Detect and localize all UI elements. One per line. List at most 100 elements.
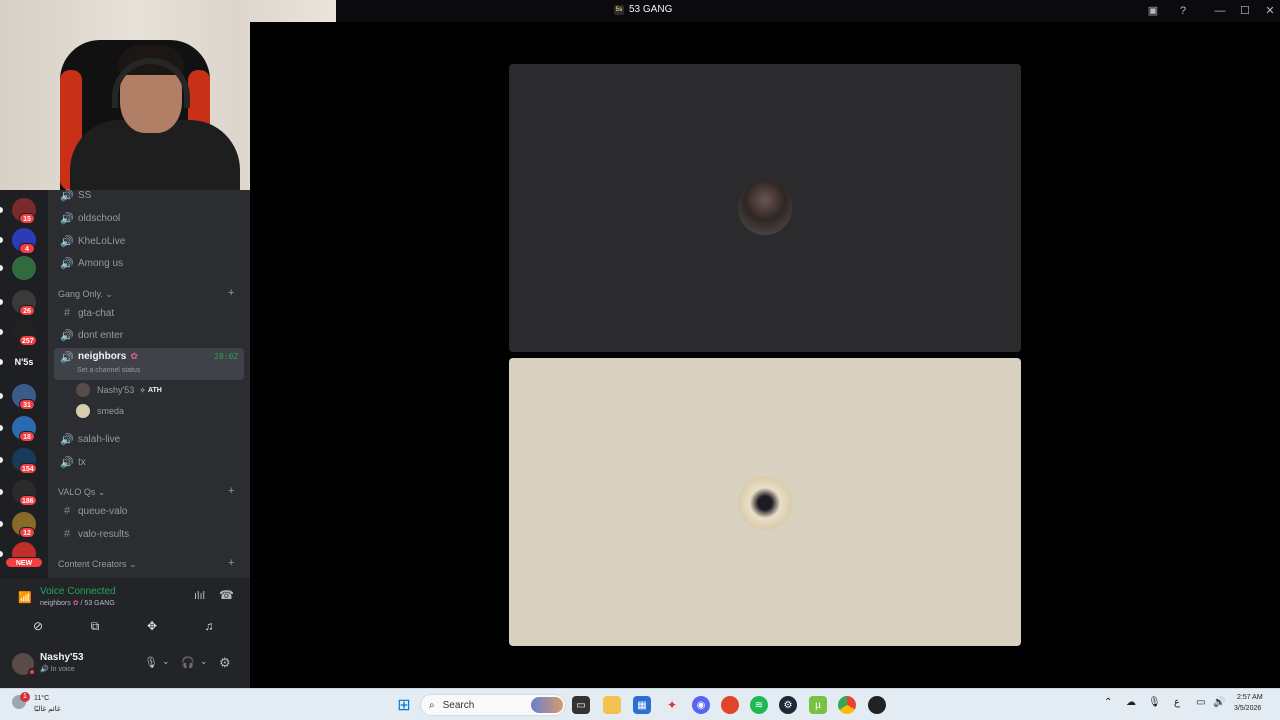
headphones-icon[interactable]: 🎧 [181, 656, 195, 669]
speaker-icon: 🔊 [60, 235, 74, 248]
channel-queue-valo[interactable]: # queue-valo [54, 501, 244, 521]
channel-ss[interactable]: 🔊 SS [54, 185, 244, 205]
microphone-icon[interactable]: 🎙 [1148, 697, 1161, 708]
store-icon[interactable]: ▦ [633, 696, 651, 714]
language-indicator[interactable]: ع [1174, 697, 1180, 708]
channel-name: KheLoLive [78, 235, 126, 247]
add-channel-icon[interactable]: + [228, 485, 234, 497]
clock-time[interactable]: 2:57 AM [1237, 694, 1263, 701]
speaker-icon: 🔊 [60, 257, 74, 270]
category-content-creators[interactable]: Content Creators ⌄ [58, 559, 137, 570]
category-gang-only[interactable]: Gang Only. ⌄ [58, 289, 113, 300]
channel-name: tx [78, 456, 86, 468]
voice-member[interactable]: smeda [76, 404, 124, 418]
discord-icon[interactable]: ◉ [692, 696, 710, 714]
channel-name: valo-results [78, 528, 130, 540]
help-icon[interactable]: ? [1176, 4, 1190, 18]
channel-among-us[interactable]: 🔊 Among us [54, 253, 244, 273]
voice-status[interactable]: Voice Connected [40, 586, 116, 597]
chevron-down-icon[interactable]: ⌄ [162, 656, 170, 667]
unread-pill [0, 207, 3, 213]
steam-icon[interactable]: ⚙ [779, 696, 797, 714]
add-channel-icon[interactable]: + [228, 557, 234, 569]
channel-timer: 20:02 [214, 352, 239, 361]
channel-list: 🔊 SS 🔊 oldschool 🔊 KheLoLive 🔊 Among us Gang On… [48, 190, 250, 578]
soundboard-button[interactable]: ♫ [184, 615, 234, 637]
unread-pill [0, 393, 3, 399]
server-icon[interactable]: N'5s [12, 350, 36, 374]
channel-name: neighbors [78, 351, 127, 362]
channel-name: oldschool [78, 212, 121, 224]
voice-member[interactable]: Nashy'53 ✧ ATH [76, 383, 162, 397]
add-channel-icon[interactable]: + [228, 287, 234, 299]
server-icon[interactable] [12, 256, 36, 280]
task-view-icon[interactable]: ▭ [572, 696, 590, 714]
user-status: 🔊 In voice [40, 666, 75, 673]
channel-salah-live[interactable]: 🔊 salah-live [54, 429, 244, 449]
mention-badge: 257 [19, 335, 37, 346]
chrome-icon[interactable] [838, 696, 856, 714]
channel-dont-enter[interactable]: 🔊 dont enter [54, 325, 244, 345]
channel-neighbors[interactable]: 🔊 neighbors ✿ 20:02 Set a channel status [54, 348, 244, 380]
channel-name: gta-chat [78, 307, 115, 319]
activities-button[interactable]: ✥ [127, 615, 177, 637]
volume-icon[interactable]: 🔊 [1213, 697, 1225, 708]
avatar [76, 383, 90, 397]
online-status-icon [28, 668, 36, 676]
unread-pill [0, 359, 3, 365]
unread-pill [0, 425, 3, 431]
channel-valo-results[interactable]: # valo-results [54, 524, 244, 544]
weather-temp[interactable]: 11°C [34, 695, 49, 702]
app-orange-icon[interactable] [721, 696, 739, 714]
speaker-icon: 🔊 [60, 329, 74, 342]
disconnect-icon[interactable]: ☎ [219, 588, 234, 602]
taskbar: 1 11°C غائم غالبًا ⊞ ⌕ Search ▭ ▦ ✦ ◉ ≋ … [0, 688, 1280, 720]
app-red-icon[interactable]: ✦ [663, 696, 681, 714]
maximize-icon[interactable]: ☐ [1238, 4, 1252, 18]
signal-icon[interactable]: 📶 [18, 591, 32, 604]
participant-tile-1[interactable] [509, 64, 1021, 352]
utorrent-icon[interactable]: µ [809, 696, 827, 714]
unread-pill [0, 457, 3, 463]
microphone-icon[interactable]: 🎙 [144, 656, 158, 669]
channel-status[interactable]: Set a channel status [77, 367, 140, 374]
cloud-icon[interactable]: ☁ [1126, 697, 1136, 708]
channel-gta-chat[interactable]: # gta-chat [54, 303, 244, 323]
chevron-up-icon[interactable]: ⌃ [1104, 697, 1112, 708]
sparkle-icon: ✧ [139, 385, 146, 395]
mention-badge: 18 [19, 431, 35, 442]
network-icon[interactable]: ▭ [1196, 697, 1205, 708]
channel-oldschool[interactable]: 🔊 oldschool [54, 208, 244, 228]
file-explorer-icon[interactable] [603, 696, 621, 714]
participant-tile-2[interactable] [509, 358, 1021, 646]
channel-khelolive[interactable]: 🔊 KheLoLive [54, 231, 244, 251]
category-valo[interactable]: VALO Qs ⌄ [58, 487, 105, 498]
voice-location[interactable]: neighbors ✿ / 53 GANG [40, 599, 115, 607]
clock-date[interactable]: 3/5/2026 [1234, 705, 1261, 712]
unread-pill [0, 521, 3, 527]
channel-name: queue-valo [78, 505, 128, 517]
channel-tx[interactable]: 🔊 tx [54, 452, 244, 472]
close-icon[interactable]: ✕ [1263, 4, 1277, 18]
chevron-down-icon[interactable]: ⌄ [200, 656, 208, 667]
spotify-icon[interactable]: ≋ [750, 696, 768, 714]
mention-badge: 12 [19, 527, 35, 538]
channel-name: salah-live [78, 433, 121, 445]
app-dark-icon[interactable] [868, 696, 886, 714]
username[interactable]: Nashy'53 [40, 652, 84, 663]
inbox-icon[interactable]: ▣ [1146, 4, 1160, 18]
window-title-text: 53 GANG [629, 4, 673, 15]
channel-name: dont enter [78, 329, 124, 341]
noise-suppression-icon[interactable]: ılıl [194, 590, 205, 602]
search-box[interactable]: ⌕ Search [420, 694, 566, 716]
mention-badge: 31 [19, 399, 35, 410]
hash-icon: # [63, 528, 71, 540]
speaker-icon: 🔊 [60, 212, 74, 225]
weather-desc[interactable]: غائم غالبًا [34, 705, 61, 713]
gear-icon[interactable]: ⚙ [219, 655, 231, 671]
start-icon[interactable]: ⊞ [395, 696, 413, 714]
unread-pill [0, 329, 3, 335]
camera-button[interactable]: ⊘ [13, 615, 63, 637]
minimize-icon[interactable]: — [1213, 4, 1227, 18]
screen-share-button[interactable]: ⧉ [70, 615, 120, 637]
